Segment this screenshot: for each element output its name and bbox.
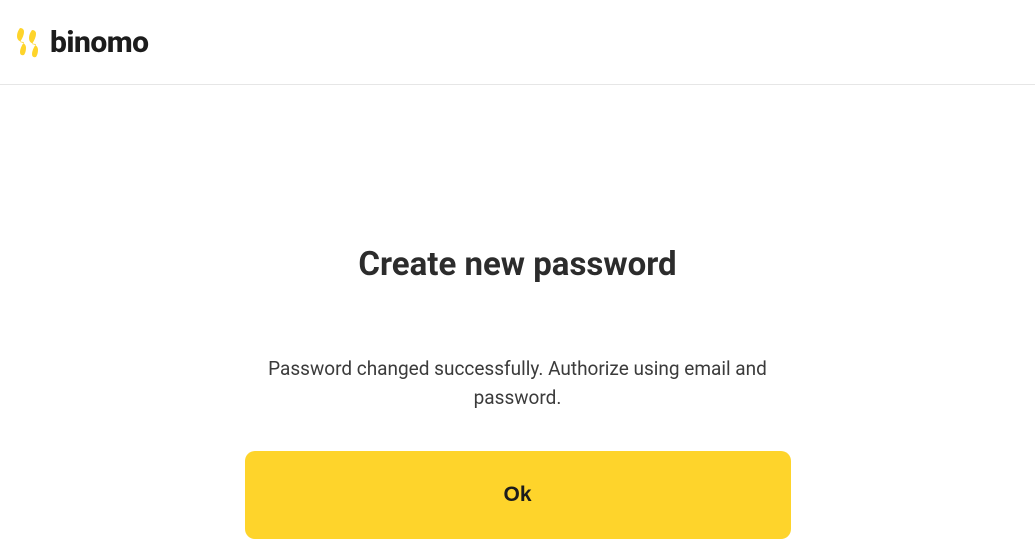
- ok-button[interactable]: Ok: [245, 451, 791, 539]
- password-dialog: Create new password Password changed suc…: [245, 245, 791, 539]
- logo[interactable]: binomo: [14, 25, 149, 60]
- logo-text: binomo: [50, 25, 149, 60]
- content-area: Create new password Password changed suc…: [0, 85, 1035, 539]
- dialog-title: Create new password: [245, 245, 791, 284]
- dialog-message: Password changed successfully. Authorize…: [245, 354, 791, 413]
- header: binomo: [0, 0, 1035, 85]
- binomo-logo-icon: [14, 26, 42, 58]
